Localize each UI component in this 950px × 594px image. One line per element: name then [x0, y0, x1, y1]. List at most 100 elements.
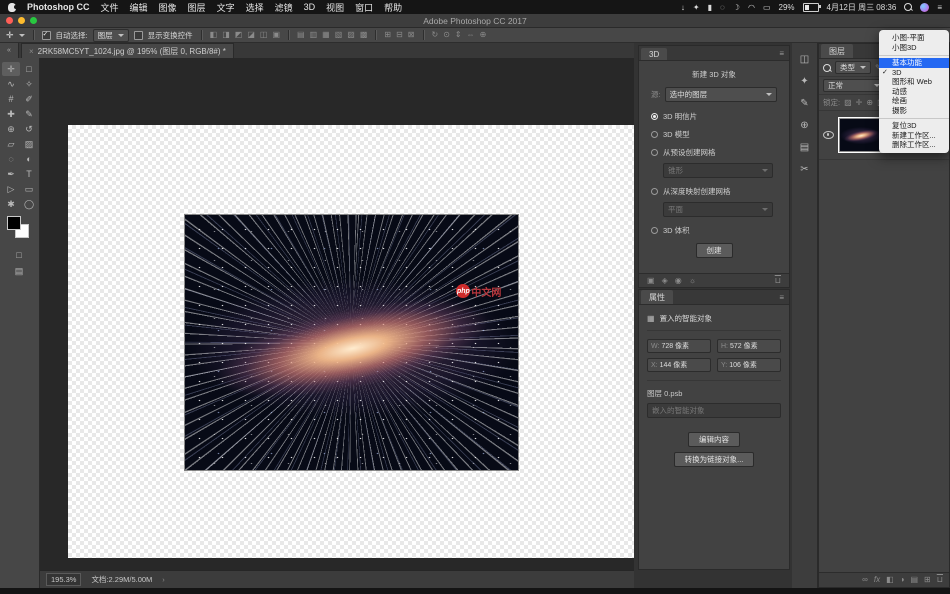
- marquee-tool[interactable]: □: [20, 62, 38, 76]
- spotlight-search-icon[interactable]: [904, 3, 912, 11]
- convert-to-linked-button[interactable]: 转换为链接对象...: [674, 452, 755, 467]
- input-source-icon[interactable]: ▮: [708, 3, 712, 12]
- document-tab[interactable]: × 2RK58MC5YT_1024.jpg @ 195% (图层 0, RGB/…: [21, 43, 234, 58]
- chevron-down-icon[interactable]: [19, 34, 25, 37]
- lock-position-icon[interactable]: ⊕: [866, 99, 873, 107]
- show-transform-checkbox[interactable]: [134, 31, 143, 40]
- radio-3d-model[interactable]: 3D 模型: [651, 129, 777, 140]
- new-layer-icon[interactable]: ⊞: [924, 576, 931, 584]
- 3d-drag-mode-icon[interactable]: ⇕: [455, 31, 462, 39]
- layer-visibility-eye-icon[interactable]: [823, 131, 834, 139]
- material-filter-icon[interactable]: ◉: [675, 277, 682, 285]
- moon-icon[interactable]: ☽: [733, 3, 740, 12]
- add-mask-icon[interactable]: ◧: [886, 576, 894, 584]
- foreground-color-swatch[interactable]: [7, 216, 21, 230]
- histogram-panel-icon[interactable]: ◫: [792, 55, 817, 65]
- hand-tool[interactable]: ✱: [2, 197, 20, 211]
- eyedropper-tool[interactable]: ✐: [20, 92, 38, 106]
- menu-item-essentials[interactable]: 基本功能: [879, 58, 949, 68]
- y-position-field[interactable]: Y:106 像素: [717, 358, 781, 372]
- menu-edit[interactable]: 编辑: [130, 1, 148, 14]
- layer-style-fx-icon[interactable]: fx: [874, 576, 880, 584]
- paths-panel-icon[interactable]: ✂: [792, 165, 817, 175]
- wifi-icon[interactable]: ◠: [748, 3, 755, 12]
- move-tool[interactable]: ✛: [2, 62, 20, 76]
- battery-icon[interactable]: [803, 3, 819, 12]
- lock-transparency-icon[interactable]: ▨: [844, 99, 852, 107]
- align-hcenter-icon[interactable]: ◨: [222, 31, 230, 39]
- auto-align-icon[interactable]: ⊞: [384, 31, 391, 39]
- dodge-tool[interactable]: ◐: [20, 152, 38, 166]
- screen-mode-button[interactable]: ▤: [10, 264, 28, 278]
- menubar-clock[interactable]: 4月12日 周三 08:36: [827, 2, 897, 13]
- align-right-icon[interactable]: ◩: [235, 31, 243, 39]
- transparent-document-area[interactable]: php 中文网: [68, 125, 634, 558]
- menu-view[interactable]: 视图: [326, 1, 344, 14]
- menu-file[interactable]: 文件: [101, 1, 119, 14]
- color-swatches[interactable]: [7, 216, 31, 240]
- 3d-scale-mode-icon[interactable]: ⊕: [480, 31, 487, 39]
- type-tool[interactable]: T: [20, 167, 38, 181]
- distribute-top-icon[interactable]: ▤: [297, 31, 305, 39]
- download-status-icon[interactable]: ↓: [681, 3, 685, 12]
- mesh-filter-icon[interactable]: ◈: [662, 277, 668, 285]
- warp-icon[interactable]: ⊠: [408, 31, 415, 39]
- trash-icon[interactable]: ⊔: [937, 576, 943, 584]
- siri-icon[interactable]: [920, 3, 929, 12]
- assistant-icon[interactable]: ✦: [693, 3, 700, 12]
- tab-layers[interactable]: 图层: [821, 44, 853, 58]
- menu-item-graphic-web[interactable]: 图形和 Web: [879, 77, 949, 87]
- 3d-rotate-mode-icon[interactable]: ↻: [432, 31, 439, 39]
- crop-tool[interactable]: #: [2, 92, 20, 106]
- brush-tool[interactable]: ✎: [20, 107, 38, 121]
- menu-help[interactable]: 帮助: [384, 1, 402, 14]
- notification-center-icon[interactable]: ≡: [937, 3, 942, 12]
- menu-select[interactable]: 选择: [246, 1, 264, 14]
- zoom-tool[interactable]: ◯: [20, 197, 38, 211]
- menu-type[interactable]: 文字: [217, 1, 235, 14]
- eraser-tool[interactable]: ▱: [2, 137, 20, 151]
- scene-filter-icon[interactable]: ▣: [647, 277, 655, 285]
- height-field[interactable]: H:572 像素: [717, 339, 781, 353]
- auto-select-checkbox[interactable]: [42, 31, 51, 40]
- pen-tool[interactable]: ✒: [2, 167, 20, 181]
- menu-3d[interactable]: 3D: [304, 2, 316, 12]
- shape-tool[interactable]: ▭: [20, 182, 38, 196]
- quick-selection-tool[interactable]: ✧: [20, 77, 38, 91]
- canvas-area[interactable]: php 中文网: [40, 58, 634, 570]
- distribute-bottom-icon[interactable]: ▦: [322, 31, 330, 39]
- display-icon[interactable]: ▭: [763, 3, 771, 12]
- distribute-right-icon[interactable]: ▩: [360, 31, 368, 39]
- x-position-field[interactable]: X:144 像素: [647, 358, 711, 372]
- trash-icon[interactable]: ⊔: [775, 277, 781, 285]
- menu-window[interactable]: 窗口: [355, 1, 373, 14]
- history-brush-tool[interactable]: ↺: [20, 122, 38, 136]
- menu-item-reset-3d[interactable]: 复位3D: [879, 121, 949, 131]
- radio-mesh-from-preset[interactable]: 从预设创建网格: [651, 147, 777, 158]
- menu-layer[interactable]: 图层: [188, 1, 206, 14]
- distribute-hcenter-icon[interactable]: ▨: [347, 31, 355, 39]
- character-panel-icon[interactable]: ▤: [792, 143, 817, 153]
- layer-filter-kind-dropdown[interactable]: 类型: [835, 61, 871, 74]
- menu-item-painting[interactable]: 绘画: [879, 96, 949, 106]
- menu-item-3d-workspace[interactable]: ✓ 3D: [879, 68, 949, 78]
- width-field[interactable]: W:728 像素: [647, 339, 711, 353]
- lock-pixels-icon[interactable]: ✛: [856, 99, 863, 107]
- vpn-icon[interactable]: ◌: [720, 3, 725, 12]
- auto-select-target-dropdown[interactable]: 图层: [93, 29, 129, 42]
- menu-image[interactable]: 图像: [159, 1, 177, 14]
- new-group-icon[interactable]: ▤: [910, 576, 918, 584]
- menu-item-photography[interactable]: 摄影: [879, 106, 949, 116]
- blend-mode-dropdown[interactable]: 正常: [823, 79, 885, 92]
- light-filter-icon[interactable]: ☼: [689, 277, 696, 285]
- align-left-icon[interactable]: ◧: [210, 31, 218, 39]
- align-vcenter-icon[interactable]: ◫: [260, 31, 268, 39]
- distribute-vcenter-icon[interactable]: ▥: [310, 31, 318, 39]
- menu-filter[interactable]: 滤镜: [275, 1, 293, 14]
- menu-item-small-3d[interactable]: 小图3D: [879, 43, 949, 53]
- apple-menu-icon[interactable]: [8, 3, 16, 12]
- tab-3d[interactable]: 3D: [641, 48, 667, 60]
- collapse-toolbar-button[interactable]: «: [0, 43, 19, 58]
- radio-mesh-from-depth-map[interactable]: 从深度映射创建网格: [651, 186, 777, 197]
- layer-thumbnail[interactable]: [838, 117, 884, 153]
